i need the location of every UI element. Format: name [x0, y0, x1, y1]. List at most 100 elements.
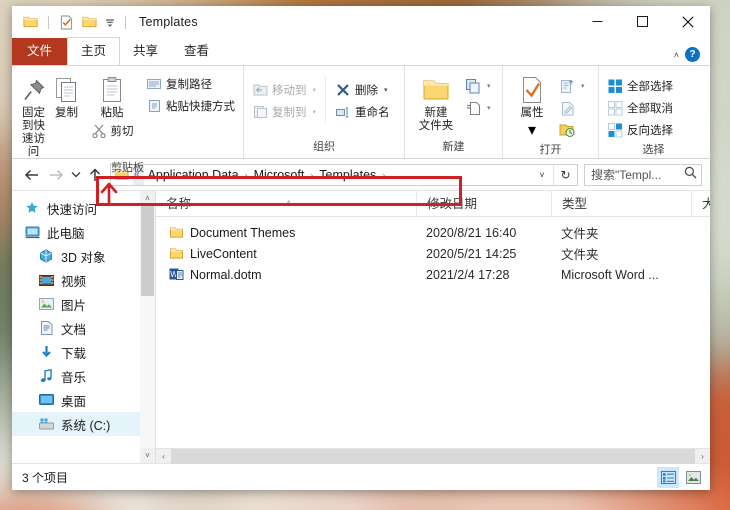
move-to-caret-icon[interactable]: ▾: [313, 86, 317, 94]
new-item-button[interactable]: ▾: [462, 75, 494, 97]
title-bar: Templates: [12, 6, 710, 38]
collapse-ribbon-icon[interactable]: ˄: [674, 50, 679, 60]
sidebar-item-desktop[interactable]: 桌面: [12, 388, 155, 412]
tab-share[interactable]: 共享: [120, 38, 171, 65]
select-group-title: 选择: [642, 144, 665, 156]
select-all-label: 全部选择: [627, 81, 673, 93]
invert-selection-button[interactable]: 反向选择: [604, 119, 676, 141]
history-button[interactable]: [556, 119, 588, 141]
sidebar-scroll-track[interactable]: [140, 206, 155, 448]
file-list-pane: ˄ 名称 修改日期 类型 大小 Docu: [156, 190, 710, 464]
sidebar-label-quick-access: 快速访问: [47, 202, 98, 217]
folder-icon[interactable]: [21, 13, 40, 32]
select-none-button[interactable]: 全部取消: [604, 97, 676, 119]
cut-button[interactable]: 剪切: [88, 120, 137, 142]
table-row[interactable]: W Normal.dotm 2021/2/4 17:28 Microsoft W…: [156, 264, 710, 285]
sidebar-item-3d-objects[interactable]: 3D 对象: [12, 244, 155, 268]
row-name-cell[interactable]: W Normal.dotm: [156, 267, 416, 283]
tab-view[interactable]: 查看: [171, 38, 222, 65]
row-name-cell[interactable]: LiveContent: [156, 246, 416, 262]
select-none-icon: [607, 100, 623, 116]
properties-caret-icon[interactable]: ▾: [528, 120, 536, 140]
column-header-type[interactable]: 类型: [551, 190, 691, 217]
search-icon[interactable]: [684, 166, 697, 184]
sidebar-item-music[interactable]: 音乐: [12, 364, 155, 388]
large-icons-view-button[interactable]: [682, 467, 704, 488]
tab-file[interactable]: 文件: [12, 38, 68, 65]
copy-to-label: 复制到: [272, 107, 307, 119]
rename-icon: [335, 104, 351, 120]
ribbon: 固定到快 速访问 复制 粘贴 剪切 复制路径 粘贴快捷方式 剪贴板 移动到 ▾ …: [12, 65, 710, 174]
sidebar-item-videos[interactable]: 视频: [12, 268, 155, 292]
row-name-cell[interactable]: Document Themes: [156, 225, 416, 241]
breadcrumb-separator-2[interactable]: ›: [308, 170, 315, 180]
computer-icon: [24, 224, 40, 240]
copy-path-button[interactable]: 复制路径: [143, 73, 238, 95]
sidebar-label-videos: 视频: [61, 274, 87, 289]
minimize-button[interactable]: [575, 6, 620, 37]
new-folder-button[interactable]: 新建 文件夹: [410, 70, 462, 133]
properties-icon[interactable]: [57, 13, 76, 32]
sidebar-scroll-thumb[interactable]: [141, 206, 154, 296]
sidebar-label-pictures: 图片: [61, 298, 87, 313]
sidebar-scroll-up-icon[interactable]: ˄: [140, 191, 155, 206]
paste-shortcut-button[interactable]: 粘贴快捷方式: [143, 95, 238, 117]
copy-to-button[interactable]: 复制到 ▾: [249, 101, 319, 123]
tab-home[interactable]: 主页: [67, 37, 121, 65]
clipboard-group-title: 剪贴板: [111, 162, 144, 174]
sidebar-item-documents[interactable]: 文档: [12, 316, 155, 340]
open-button[interactable]: ▾: [556, 75, 588, 97]
easy-access-caret-icon[interactable]: ▾: [487, 104, 491, 112]
sidebar-scrollbar[interactable]: ˄ ˅: [140, 191, 155, 463]
clipboard-group-body: 固定到快 速访问 复制 粘贴 剪切 复制路径 粘贴快捷方式: [12, 66, 243, 159]
maximize-button[interactable]: [620, 6, 665, 37]
help-button[interactable]: ?: [685, 47, 700, 62]
select-all-button[interactable]: 全部选择: [604, 75, 676, 97]
delete-caret-icon[interactable]: ▾: [384, 86, 388, 94]
copy-button[interactable]: 复制: [50, 70, 83, 120]
details-view-button[interactable]: [657, 466, 679, 488]
move-to-label: 移动到: [272, 85, 307, 97]
new-item-caret-icon[interactable]: ▾: [487, 82, 491, 90]
column-header-name[interactable]: ˄ 名称: [156, 191, 416, 217]
edit-button[interactable]: [556, 97, 588, 119]
properties-button[interactable]: 属性 ▾: [508, 70, 556, 140]
sidebar-item-this-pc[interactable]: 此电脑: [12, 220, 155, 244]
hscroll-left-icon[interactable]: ‹: [156, 452, 171, 461]
address-dropdown-icon[interactable]: ˅: [531, 170, 553, 180]
sidebar-item-quick-access[interactable]: 快速访问: [12, 196, 155, 220]
close-button[interactable]: [665, 6, 710, 37]
move-to-icon: [252, 82, 268, 98]
paste-button[interactable]: 粘贴: [83, 70, 141, 120]
hscroll-thumb[interactable]: [171, 448, 695, 464]
refresh-button[interactable]: ↻: [553, 164, 577, 185]
easy-access-button[interactable]: ▾: [462, 97, 494, 119]
open-caret-icon[interactable]: ▾: [581, 82, 585, 90]
sidebar-item-pictures[interactable]: 图片: [12, 292, 155, 316]
table-row[interactable]: Document Themes 2020/8/21 16:40 文件夹: [156, 222, 710, 243]
sidebar-scroll-down-icon[interactable]: ˅: [140, 448, 155, 463]
new-folder-icon[interactable]: [80, 13, 99, 32]
ribbon-tabstrip-right: ˄ ?: [674, 47, 710, 65]
easy-access-icon: [465, 100, 481, 116]
pin-to-quick-access-button[interactable]: 固定到快 速访问: [17, 70, 50, 159]
search-input[interactable]: 搜索"Templ...: [584, 163, 702, 186]
sidebar-item-system-drive[interactable]: 系统 (C:): [12, 412, 155, 436]
rename-button[interactable]: 重命名: [332, 101, 393, 123]
delete-button[interactable]: 删除 ▾: [332, 79, 393, 101]
breadcrumb-separator-1[interactable]: ›: [243, 170, 250, 180]
column-header-date[interactable]: 修改日期: [416, 190, 551, 217]
chevron-down-icon[interactable]: [103, 13, 117, 32]
row-date-cell: 2021/2/4 17:28: [426, 267, 510, 282]
sidebar-item-downloads[interactable]: 下载: [12, 340, 155, 364]
breadcrumb-item-microsoft[interactable]: Microsoft: [250, 168, 309, 182]
hscroll-right-icon[interactable]: ›: [695, 452, 710, 461]
copy-to-caret-icon[interactable]: ▾: [313, 108, 317, 116]
column-header-size[interactable]: 大小: [691, 190, 710, 217]
file-list-horizontal-scrollbar[interactable]: ‹ ›: [156, 448, 710, 464]
invert-selection-label: 反向选择: [627, 125, 673, 137]
breadcrumb-item-templates[interactable]: Templates: [315, 168, 380, 182]
move-to-button[interactable]: 移动到 ▾: [249, 79, 319, 101]
breadcrumb-separator-3[interactable]: ›: [380, 170, 387, 180]
table-row[interactable]: LiveContent 2020/5/21 14:25 文件夹: [156, 243, 710, 264]
